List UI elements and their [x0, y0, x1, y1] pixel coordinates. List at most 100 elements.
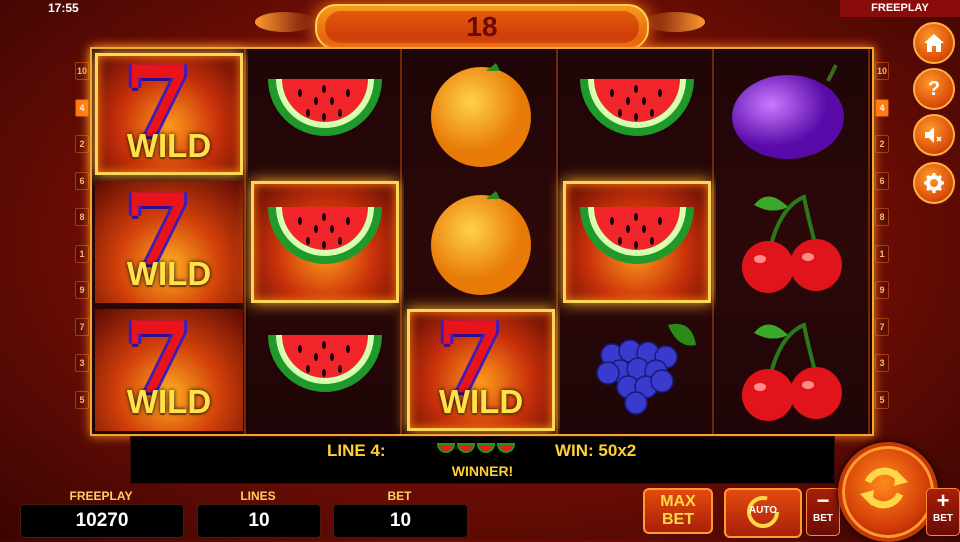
help-icon: ? — [927, 77, 941, 100]
watermelon-icon — [477, 443, 495, 453]
win-amount: WIN: 50x2 — [555, 441, 637, 460]
payline-indicator: 5 — [875, 390, 889, 409]
watermelon-icon — [437, 443, 455, 453]
winner-text: WINNER! — [451, 463, 514, 479]
win-info-bar: LINE 4: WIN: 50x2 WINNER! — [130, 436, 835, 484]
flame-decoration — [255, 12, 315, 32]
bet-label: BET — [387, 489, 412, 503]
decrease-bet-label: BET — [813, 513, 833, 524]
symbol-cell — [251, 181, 399, 303]
symbol-cell — [719, 181, 867, 303]
increase-bet-button[interactable]: + BET — [926, 488, 960, 536]
payline-indicator: 1 — [75, 244, 89, 263]
free-spins-counter-plate: 18 — [315, 4, 649, 50]
help-button[interactable]: ? — [913, 68, 955, 110]
bet-value: 10 — [333, 504, 468, 538]
increase-bet-label: BET — [933, 513, 953, 524]
payline-indicator: 8 — [75, 208, 89, 226]
watermelon-icon — [268, 207, 382, 264]
watermelon-icon — [580, 207, 694, 264]
orange-icon — [431, 63, 531, 167]
flame-decoration — [645, 12, 705, 32]
win-symbols — [437, 443, 515, 455]
grapes-icon — [596, 323, 696, 415]
symbol-cell — [719, 309, 867, 431]
watermelon-icon — [268, 79, 382, 136]
symbol-cell: 7 WILD — [95, 173, 243, 303]
wild-seven-icon: 7 WILD — [416, 301, 546, 425]
symbol-cell: 7 WILD — [95, 45, 243, 175]
watermelon-icon — [457, 443, 475, 453]
payline-indicator: 6 — [75, 171, 89, 190]
symbol-cell — [251, 53, 399, 175]
payline-indicator: 3 — [875, 354, 889, 372]
minus-icon: − — [816, 488, 830, 513]
payline-indicator: 6 — [875, 171, 889, 190]
payline-indicator: 2 — [75, 135, 89, 153]
payline-indicator: 8 — [875, 208, 889, 226]
max-bet-button[interactable]: MAX BET — [643, 488, 713, 534]
watermelon-icon — [580, 79, 694, 136]
symbol-cell — [563, 309, 711, 431]
payline-indicator: 5 — [75, 390, 89, 409]
orange-icon — [431, 191, 531, 295]
mode-tag: FREEPLAY — [840, 0, 960, 17]
symbol-cell — [563, 181, 711, 303]
lines-value: 10 — [197, 504, 321, 538]
payline-indicator: 10 — [875, 62, 889, 80]
lines-label: LINES — [240, 489, 276, 503]
symbol-cell — [251, 309, 399, 431]
max-bet-label-bottom: BET — [662, 511, 694, 528]
payline-indicator: 7 — [75, 317, 89, 336]
wild-label: WILD — [126, 383, 212, 420]
free-spins-counter: 18 — [325, 11, 639, 43]
symbol-cell — [563, 53, 711, 175]
settings-icon — [924, 173, 944, 193]
symbol-cell — [407, 53, 555, 175]
reel: 7 WILD 7 WILD 7 WILD — [92, 45, 246, 434]
symbol-cell — [719, 53, 867, 175]
freeplay-balance: 10270 — [20, 504, 184, 538]
home-icon — [924, 34, 944, 52]
watermelon-icon — [268, 335, 382, 392]
payline-indicator: 2 — [875, 135, 889, 153]
freeplay-label: FREEPLAY — [69, 489, 133, 503]
payline-indicator: 1 — [875, 244, 889, 263]
settings-button[interactable] — [913, 162, 955, 204]
payline-indicator: 9 — [875, 281, 889, 299]
reel — [248, 49, 402, 434]
sound-button[interactable] — [913, 114, 955, 156]
symbol-cell — [407, 181, 555, 303]
win-line-label: LINE 4: — [327, 441, 386, 460]
symbol-cell: 7 WILD — [95, 301, 243, 431]
spin-button[interactable] — [838, 442, 938, 542]
payline-indicator: 3 — [75, 354, 89, 372]
payline-indicator: 7 — [875, 317, 889, 336]
sound-muted-icon — [925, 127, 942, 143]
payline-indicator: 10 — [75, 62, 89, 80]
symbol-cell: 7 WILD — [407, 301, 555, 431]
autoplay-button[interactable]: AUTO — [724, 488, 802, 538]
wild-seven-icon: 7 WILD — [104, 301, 234, 425]
reel: 7 WILD — [404, 49, 558, 434]
watermelon-icon — [497, 443, 515, 453]
plum-icon — [732, 64, 844, 159]
wild-seven-icon: 7 WILD — [104, 45, 234, 169]
wild-label: WILD — [438, 383, 524, 420]
cherries-icon — [742, 194, 842, 293]
wild-label: WILD — [126, 255, 212, 292]
cherries-icon — [742, 322, 842, 421]
wild-label: WILD — [126, 127, 212, 164]
clock: 17:55 — [48, 1, 79, 15]
wild-seven-icon: 7 WILD — [104, 173, 234, 297]
plus-icon: + — [936, 488, 950, 513]
autoplay-label: AUTO — [748, 505, 778, 516]
payline-indicator: 9 — [75, 281, 89, 299]
spin-icon — [860, 467, 908, 509]
reels-area: 7 WILD 7 WILD 7 WILD 7 WILD — [90, 45, 874, 436]
payline-indicator: 4 — [75, 98, 89, 117]
max-bet-label-top: MAX — [660, 493, 696, 510]
home-button[interactable] — [913, 22, 955, 64]
decrease-bet-button[interactable]: − BET — [806, 488, 840, 536]
reel — [716, 49, 870, 434]
